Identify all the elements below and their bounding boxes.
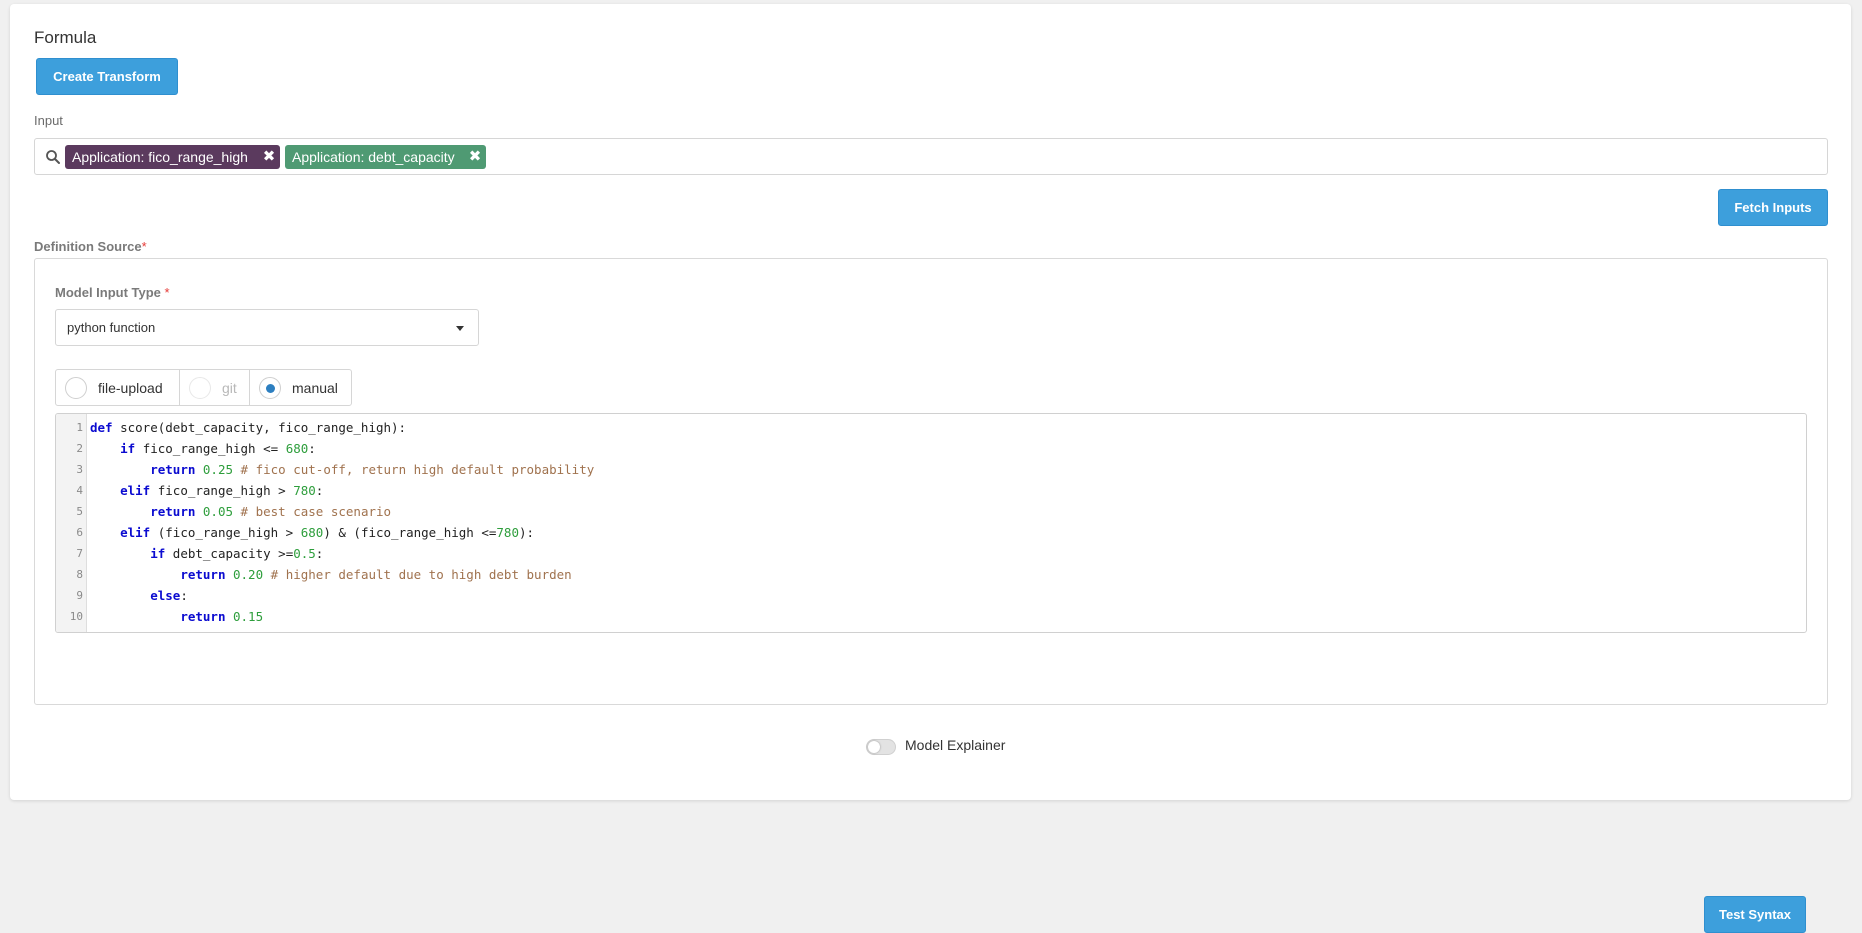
select-value: python function [67, 320, 156, 335]
section-title: Formula [34, 28, 97, 47]
model-input-type-text: Model Input Type [55, 285, 161, 300]
code-text: def score(debt_capacity, fico_range_high… [90, 420, 407, 435]
code-text: return 0.25 # fico cut-off, return high … [150, 462, 595, 477]
formula-card: Formula Create Transform Input Applicati… [10, 4, 1851, 933]
radio-circle-icon [189, 376, 211, 399]
definition-source-text: Definition Source [34, 239, 142, 254]
line-number: 5 [76, 505, 83, 518]
chip-label: Application: debt_capacity [292, 149, 455, 165]
line-number: 4 [76, 484, 83, 497]
input-field[interactable]: Application: fico_range_high ✖ Applicati… [34, 138, 1828, 175]
radio-manual[interactable]: manual [249, 370, 351, 405]
line-number: 10 [69, 610, 83, 623]
radio-git: git [179, 370, 249, 405]
line-number: 1 [76, 421, 83, 434]
search-icon [46, 150, 60, 164]
model-input-type-label: Model Input Type * [55, 285, 170, 300]
test-syntax-button[interactable]: Test Syntax [1704, 896, 1806, 933]
code-text: return 0.15 [180, 609, 264, 624]
source-radio-group: file-upload git manual [55, 369, 352, 406]
model-input-type-select[interactable]: python function [55, 309, 479, 346]
code-text: if debt_capacity >=0.5: [150, 546, 324, 561]
required-mark: * [164, 285, 170, 300]
required-mark: * [141, 239, 147, 254]
code-text: return 0.20 # higher default due to high… [180, 567, 572, 582]
model-explainer-label: Model Explainer [905, 737, 1006, 753]
line-number: 9 [76, 589, 83, 602]
radio-circle-icon [65, 376, 87, 399]
code-text: if fico_range_high <= 680: [120, 441, 316, 456]
code-editor[interactable]: 1 def score(debt_capacity, fico_range_hig… [55, 413, 1807, 633]
toggle-knob [868, 741, 880, 753]
line-number: 8 [76, 568, 83, 581]
input-chip-debt: Application: debt_capacity ✖ [285, 145, 486, 169]
input-chip-fico: Application: fico_range_high ✖ [65, 145, 280, 169]
radio-label: file-upload [98, 379, 163, 396]
radio-selected-icon [259, 376, 281, 399]
caret-down-icon [456, 326, 464, 331]
code-text: return 0.05 # best case scenario [150, 504, 392, 519]
definition-source-panel: Model Input Type * python function file-… [34, 258, 1828, 933]
model-explainer-toggle[interactable] [866, 739, 896, 755]
radio-label: manual [292, 379, 338, 396]
line-number: 7 [76, 547, 83, 560]
chip-label: Application: fico_range_high [72, 149, 248, 165]
code-text: else: [150, 588, 188, 603]
code-text: elif (fico_range_high > 680) & (fico_ran… [120, 525, 535, 540]
line-number: 6 [76, 526, 83, 539]
line-number: 3 [76, 463, 83, 476]
create-transform-button[interactable]: Create Transform [36, 58, 178, 95]
definition-source-label: Definition Source* [34, 239, 147, 254]
radio-file-upload[interactable]: file-upload [56, 370, 179, 405]
code-text: elif fico_range_high > 780: [120, 483, 324, 498]
line-number: 2 [76, 442, 83, 455]
input-label: Input [34, 113, 63, 128]
radio-label: git [222, 379, 237, 396]
close-icon[interactable]: ✖ [468, 145, 482, 169]
fetch-inputs-button[interactable]: Fetch Inputs [1718, 189, 1828, 226]
close-icon[interactable]: ✖ [262, 145, 276, 169]
